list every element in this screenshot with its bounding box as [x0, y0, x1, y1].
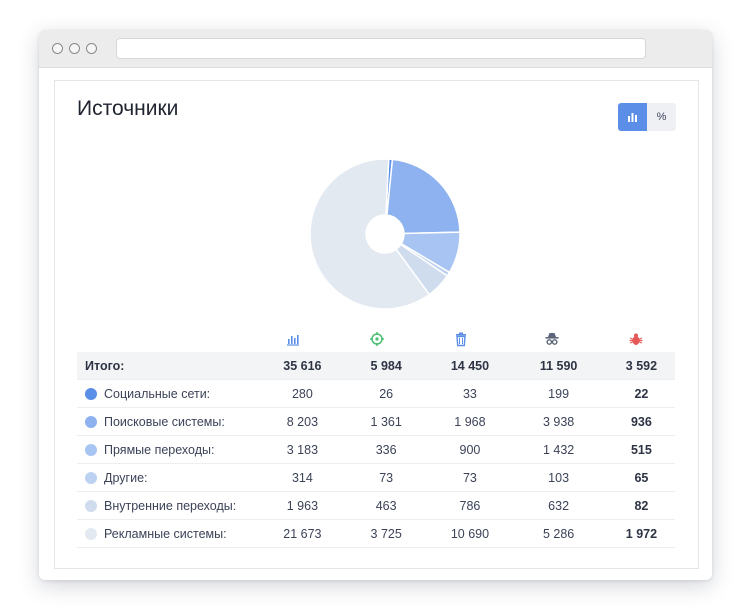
table-cell: 3 725 — [341, 519, 431, 548]
sources-panel: Источники % Итого: 35 616 5 984 14 450 1… — [54, 80, 699, 569]
legend-dot — [85, 443, 97, 456]
table-row: Рекламные системы: 21 673 3 725 10 690 5… — [77, 519, 675, 548]
table-cell: 936 — [607, 407, 675, 436]
table-cell: 73 — [341, 463, 431, 492]
trash-icon — [456, 332, 466, 347]
table-cell: 26 — [341, 379, 431, 408]
table-cell: 10 690 — [430, 519, 510, 548]
view-toggle: % — [618, 103, 676, 131]
total-cell: 35 616 — [262, 352, 342, 380]
close-window-button[interactable] — [52, 43, 63, 54]
table-cell: 786 — [430, 491, 510, 520]
table-cell: 3 183 — [262, 435, 342, 464]
table-row: Другие: 314 73 73 103 65 — [77, 463, 675, 492]
column-icons — [55, 331, 698, 351]
table-cell: 1 968 — [430, 407, 510, 436]
table-cell: 3 938 — [509, 407, 608, 436]
table-cell: 199 — [509, 379, 608, 408]
table-cell: 103 — [509, 463, 608, 492]
total-row: Итого: 35 616 5 984 14 450 11 590 3 592 — [77, 352, 675, 380]
table-cell: 900 — [430, 435, 510, 464]
table-cell: 314 — [262, 463, 342, 492]
maximize-window-button[interactable] — [86, 43, 97, 54]
table-cell: 1 963 — [262, 491, 342, 520]
percent-view-button[interactable]: % — [647, 103, 676, 131]
legend-dot — [85, 471, 97, 484]
spy-icon — [545, 333, 559, 345]
total-cell: 3 592 — [607, 352, 675, 380]
table-cell: 5 286 — [509, 519, 608, 548]
table-cell: 22 — [607, 379, 675, 408]
pie-slice — [386, 158, 461, 235]
chart-view-button[interactable] — [618, 103, 647, 131]
table-cell: 1 972 — [607, 519, 675, 548]
address-bar[interactable] — [116, 38, 646, 59]
sources-pie-chart — [309, 158, 461, 310]
row-label: Поисковые системы: — [104, 414, 225, 429]
row-label: Социальные сети: — [104, 386, 211, 401]
bug-icon — [629, 333, 643, 345]
table-cell: 65 — [607, 463, 675, 492]
table-cell: 336 — [341, 435, 431, 464]
target-icon — [370, 332, 384, 346]
legend-dot — [85, 527, 97, 540]
row-label: Прямые переходы: — [104, 442, 215, 457]
table-row: Прямые переходы: 3 183 336 900 1 432 515 — [77, 435, 675, 464]
row-label: Другие: — [104, 470, 148, 485]
row-label: Рекламные системы: — [104, 526, 227, 541]
table-cell: 8 203 — [262, 407, 342, 436]
bar-chart-icon — [287, 335, 299, 346]
legend-dot — [85, 415, 97, 428]
browser-window: Источники % Итого: 35 616 5 984 14 450 1… — [39, 30, 712, 580]
table-cell: 33 — [430, 379, 510, 408]
bar-chart-icon — [628, 113, 637, 122]
total-label: Итого: — [77, 352, 263, 380]
browser-titlebar — [39, 30, 712, 68]
total-cell: 14 450 — [430, 352, 510, 380]
total-cell: 11 590 — [509, 352, 608, 380]
table-cell: 1 432 — [509, 435, 608, 464]
table-cell: 280 — [262, 379, 342, 408]
table-cell: 1 361 — [341, 407, 431, 436]
table-row: Поисковые системы: 8 203 1 361 1 968 3 9… — [77, 407, 675, 436]
panel-title: Источники — [77, 97, 179, 120]
table-cell: 632 — [509, 491, 608, 520]
table-row: Внутренние переходы: 1 963 463 786 632 8… — [77, 491, 675, 520]
table-row: Социальные сети: 280 26 33 199 22 — [77, 379, 675, 408]
table-cell: 463 — [341, 491, 431, 520]
table-cell: 21 673 — [262, 519, 342, 548]
sources-table: Итого: 35 616 5 984 14 450 11 590 3 592 … — [77, 352, 675, 548]
row-label: Внутренние переходы: — [104, 498, 237, 513]
table-cell: 515 — [607, 435, 675, 464]
legend-dot — [85, 387, 97, 400]
minimize-window-button[interactable] — [69, 43, 80, 54]
table-cell: 82 — [607, 491, 675, 520]
legend-dot — [85, 499, 97, 512]
total-cell: 5 984 — [341, 352, 431, 380]
table-cell: 73 — [430, 463, 510, 492]
